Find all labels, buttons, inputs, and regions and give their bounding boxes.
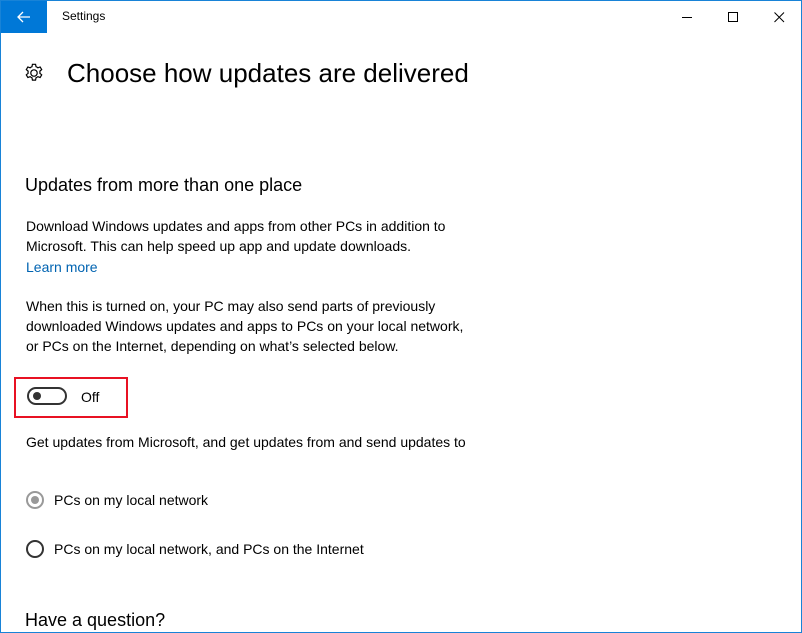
back-button[interactable]	[1, 1, 47, 33]
settings-window: Settings Choose how updates are delivere…	[0, 0, 802, 633]
minimize-icon	[681, 16, 692, 18]
delivery-optimization-toggle[interactable]	[27, 387, 67, 405]
maximize-icon	[727, 11, 738, 22]
section-title-updates: Updates from more than one place	[25, 175, 303, 195]
radio-local-network[interactable]	[26, 491, 44, 509]
gear-icon	[25, 63, 43, 81]
note-text: When this is turned on, your PC may also…	[26, 298, 464, 354]
radio-label-local-network[interactable]: PCs on my local network	[54, 490, 208, 510]
toggle-state-label: Off	[81, 389, 100, 405]
radio-label-local-and-internet[interactable]: PCs on my local network, and PCs on the …	[54, 539, 364, 559]
description-text: Download Windows updates and apps from o…	[26, 218, 446, 254]
close-button[interactable]	[756, 1, 801, 33]
arrow-left-icon	[17, 11, 30, 23]
radio-selected-dot	[31, 496, 39, 504]
section-title-question: Have a question?	[25, 610, 166, 630]
radio-local-and-internet[interactable]	[26, 540, 44, 558]
learn-more-link[interactable]: Learn more	[26, 257, 98, 277]
radio-prompt-text: Get updates from Microsoft, and get upda…	[26, 434, 466, 450]
maximize-button[interactable]	[710, 1, 756, 33]
close-icon	[773, 11, 784, 22]
title-bar: Settings	[1, 1, 801, 33]
minimize-button[interactable]	[664, 1, 710, 33]
page-title: Choose how updates are delivered	[67, 58, 469, 88]
toggle-knob	[33, 392, 41, 400]
window-title: Settings	[62, 9, 106, 23]
